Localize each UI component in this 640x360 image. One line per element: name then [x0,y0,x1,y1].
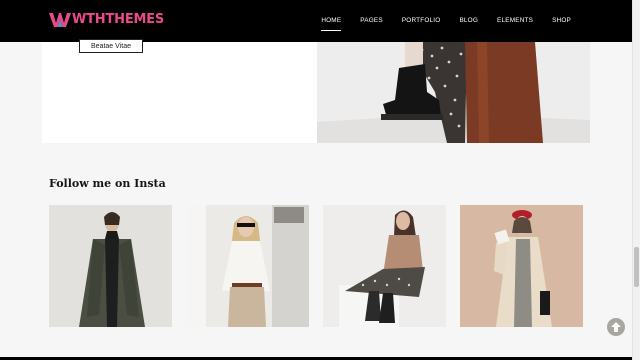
main-nav: HOME PAGES PORTFOLIO BLOG ELEMENTS SHOP [321,0,571,42]
nav-pages[interactable]: PAGES [360,0,383,42]
nav-elements[interactable]: ELEMENTS [497,0,533,42]
logo-text: WTHTHEMES [72,12,165,27]
nav-portfolio[interactable]: PORTFOLIO [402,0,441,42]
model-knit-cardigan-photo-icon [323,205,446,327]
insta-section-title: Follow me on Insta [49,177,166,190]
featured-text-panel: Beatae Vitae [42,39,317,143]
insta-tile-2[interactable] [186,205,309,327]
model-beret-trench-photo-icon [460,205,583,327]
logo-w-mark-icon [49,13,71,27]
insta-tile-4[interactable] [460,205,583,327]
beatae-vitae-button[interactable]: Beatae Vitae [79,39,143,53]
nav-shop[interactable]: SHOP [552,0,571,42]
site-header: WTHTHEMES HOME PAGES PORTFOLIO BLOG ELEM… [0,0,632,42]
site-logo[interactable]: WTHTHEMES [49,12,164,28]
scrollbar-thumb[interactable] [634,247,639,287]
arrow-up-circle-icon [611,322,621,332]
scroll-to-top-button[interactable] [607,318,625,336]
featured-boots-image [317,42,590,143]
insta-tile-1[interactable] [49,205,172,327]
insta-tile-3[interactable] [323,205,446,327]
nav-blog[interactable]: BLOG [459,0,478,42]
model-dark-coat-photo-icon [49,205,172,327]
nav-home[interactable]: HOME [321,0,342,42]
model-blonde-sunglasses-photo-icon [186,205,309,327]
boots-photo-icon [317,42,590,143]
page-scrollbar[interactable] [632,0,640,360]
